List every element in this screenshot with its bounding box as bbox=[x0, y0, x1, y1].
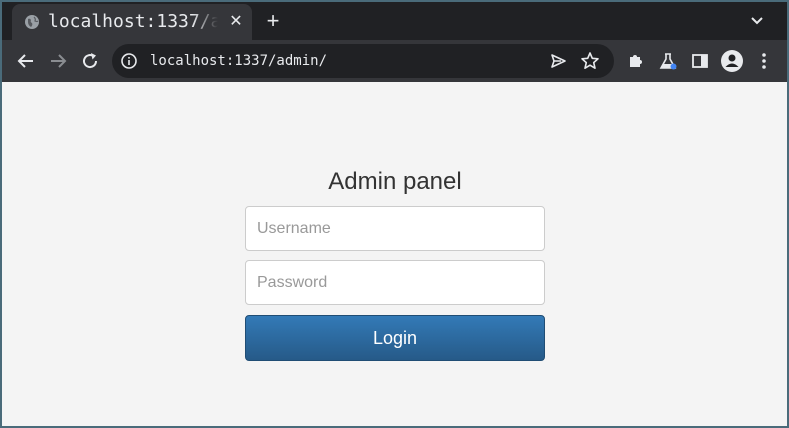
kebab-menu-icon[interactable] bbox=[752, 49, 776, 73]
url-text[interactable]: localhost:1337/admin/ bbox=[150, 51, 327, 71]
profile-icon[interactable] bbox=[720, 49, 744, 73]
puzzle-icon[interactable] bbox=[624, 49, 648, 73]
star-icon[interactable] bbox=[580, 51, 600, 71]
forward-arrow-icon[interactable] bbox=[46, 49, 70, 73]
browser-window: localhost:1337/admin/ ✕ + bbox=[0, 0, 789, 428]
chevron-down-icon[interactable] bbox=[746, 10, 768, 32]
side-panel-icon[interactable] bbox=[688, 49, 712, 73]
page-content: Admin panel Login bbox=[2, 82, 787, 426]
back-arrow-icon[interactable] bbox=[14, 49, 38, 73]
password-input[interactable] bbox=[245, 260, 545, 305]
browser-toolbar: localhost:1337/admin/ bbox=[2, 40, 787, 82]
page-title: Admin panel bbox=[328, 168, 462, 195]
browser-tab[interactable]: localhost:1337/admin/ ✕ bbox=[12, 4, 252, 40]
reload-icon[interactable] bbox=[78, 49, 102, 73]
close-icon[interactable]: ✕ bbox=[226, 12, 246, 32]
username-input[interactable] bbox=[245, 206, 545, 251]
flask-icon[interactable] bbox=[656, 49, 680, 73]
login-button[interactable]: Login bbox=[245, 315, 545, 361]
tab-title: localhost:1337/admin/ bbox=[48, 11, 218, 32]
globe-icon bbox=[24, 14, 40, 30]
send-icon[interactable] bbox=[548, 51, 568, 71]
tab-strip: localhost:1337/admin/ ✕ + bbox=[2, 2, 787, 40]
address-bar[interactable]: localhost:1337/admin/ bbox=[112, 44, 614, 78]
info-icon[interactable] bbox=[120, 52, 138, 70]
plus-icon[interactable]: + bbox=[262, 10, 284, 32]
